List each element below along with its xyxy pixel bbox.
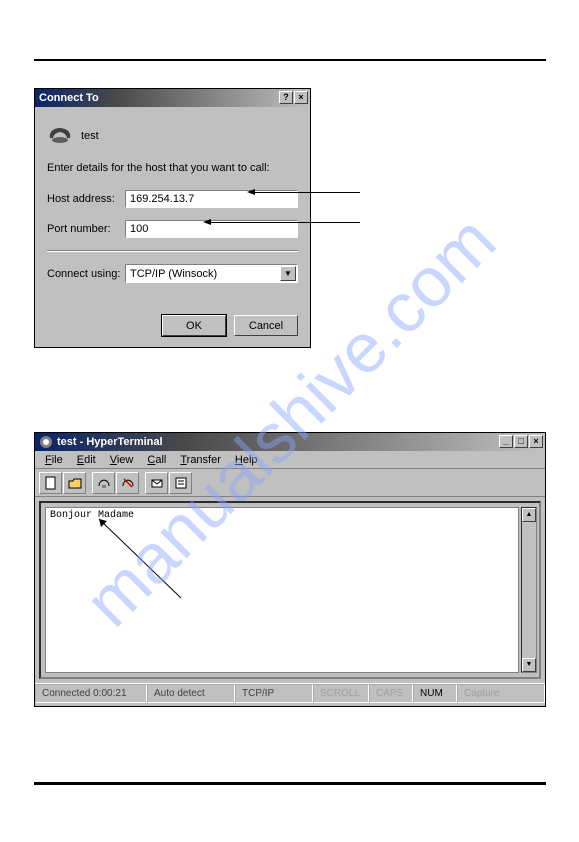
toolbar [35,469,545,497]
connect-using-select[interactable]: TCP/IP (Winsock) ▼ [125,264,298,283]
scroll-up-icon[interactable]: ▲ [522,508,536,522]
ok-button[interactable]: OK [162,315,226,336]
annotation-arrow-host [247,189,255,195]
status-protocol: TCP/IP [235,684,313,703]
dialog-instruction: Enter details for the host that you want… [47,162,298,174]
connect-using-label: Connect using: [47,268,125,280]
connection-name: test [81,130,99,142]
page-divider-top [34,59,546,61]
vertical-scrollbar[interactable]: ▲ ▼ [521,507,537,673]
statusbar: Connected 0:00:21 Auto detect TCP/IP SCR… [35,683,545,703]
annotation-line-port [211,222,360,223]
status-scroll: SCROLL [313,684,369,703]
dialog-title: Connect To [39,92,99,104]
scroll-down-icon[interactable]: ▼ [522,658,536,672]
status-autodetect: Auto detect [147,684,235,703]
status-capture: Capture [457,684,545,703]
annotation-arrow-port [203,219,211,225]
close-button[interactable]: × [294,91,308,104]
menu-help[interactable]: Help [229,453,264,467]
status-connected: Connected 0:00:21 [35,684,147,703]
close-button[interactable]: × [529,435,543,448]
minimize-button[interactable]: _ [499,435,513,448]
menu-view[interactable]: View [104,453,140,467]
help-button[interactable]: ? [279,91,293,104]
menubar: File Edit View Call Transfer Help [35,451,545,469]
page-divider-bottom [34,782,546,785]
app-icon [39,435,53,449]
status-num: NUM [413,684,457,703]
connect-to-dialog: Connect To ? × test Enter details for th… [34,88,311,348]
host-address-label: Host address: [47,193,125,205]
open-icon[interactable] [63,472,86,494]
cancel-button[interactable]: Cancel [234,315,298,336]
app-titlebar: test - HyperTerminal _ □ × [35,433,545,451]
annotation-line-host [255,192,360,193]
hyperterminal-window: test - HyperTerminal _ □ × File Edit Vie… [34,432,546,707]
menu-transfer[interactable]: Transfer [174,453,227,467]
phone-icon [47,123,73,148]
dialog-titlebar: Connect To ? × [35,89,310,107]
disconnect-icon[interactable] [116,472,139,494]
connect-using-value: TCP/IP (Winsock) [130,268,217,280]
menu-call[interactable]: Call [141,453,172,467]
send-icon[interactable] [145,472,168,494]
terminal-output[interactable]: Bonjour Madame [45,507,519,673]
connect-icon[interactable] [92,472,115,494]
port-number-label: Port number: [47,223,125,235]
terminal-text: Bonjour Madame [50,510,134,521]
menu-edit[interactable]: Edit [71,453,102,467]
status-caps: CAPS [369,684,413,703]
properties-icon[interactable] [169,472,192,494]
chevron-down-icon: ▼ [280,266,296,281]
menu-file[interactable]: File [39,453,69,467]
terminal-frame: Bonjour Madame ▲ ▼ [39,501,541,679]
new-icon[interactable] [39,472,62,494]
maximize-button[interactable]: □ [514,435,528,448]
dialog-separator [47,250,298,252]
app-title-text: test - HyperTerminal [57,436,163,448]
